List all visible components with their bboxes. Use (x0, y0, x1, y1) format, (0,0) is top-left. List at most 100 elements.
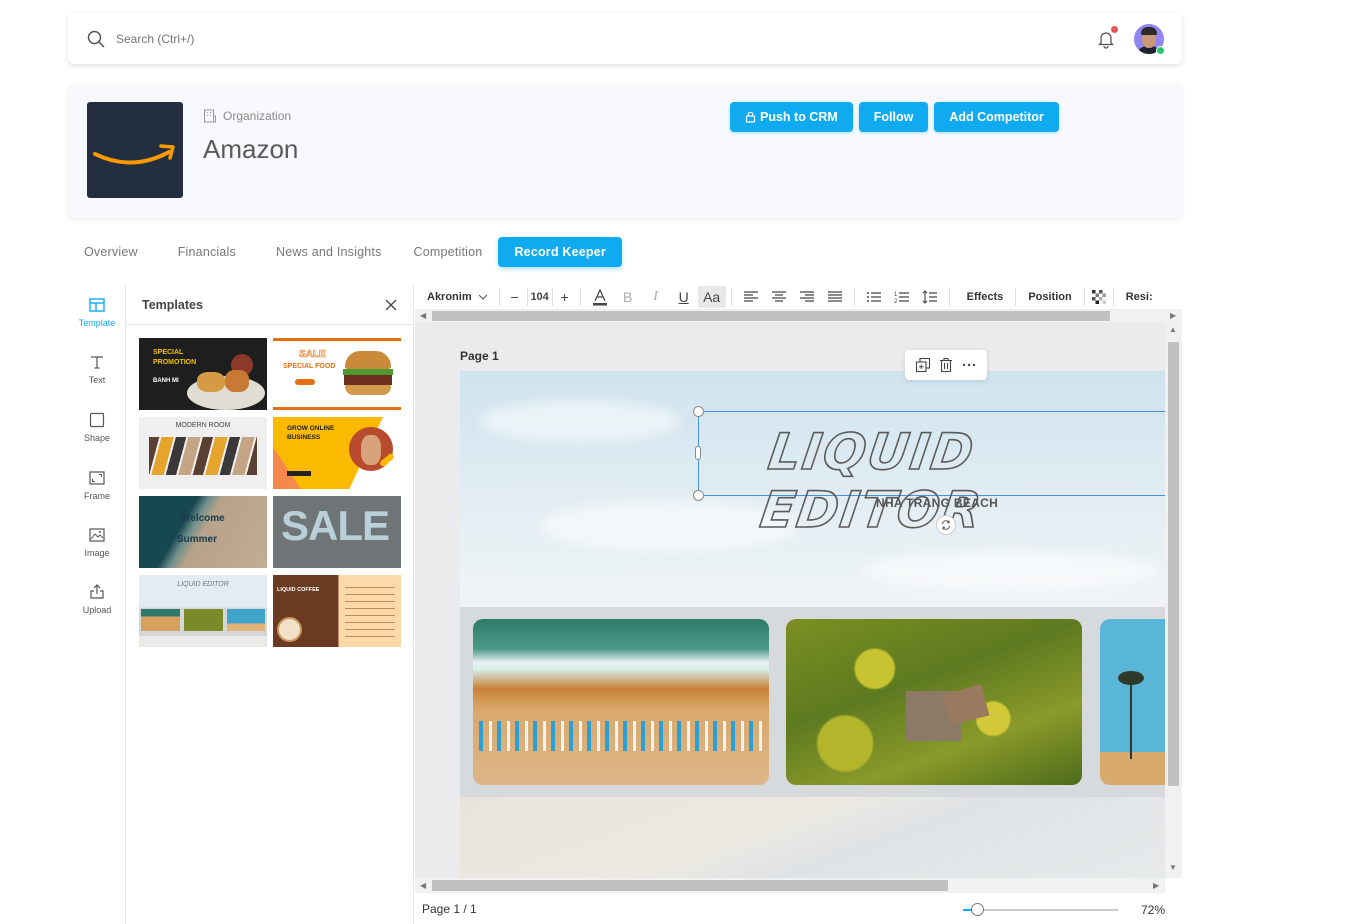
shape-icon (89, 412, 105, 428)
delete-icon[interactable] (938, 357, 954, 373)
align-left-button[interactable] (737, 286, 765, 308)
top-bar (68, 13, 1182, 64)
align-justify-button[interactable] (821, 286, 849, 308)
canvas-subtitle-text[interactable]: NHA TRANG BEACH (876, 496, 998, 510)
text-color-icon (592, 288, 607, 306)
tab-bar: Overview Financials News and Insights Co… (68, 237, 622, 267)
photo-strip (460, 607, 1180, 797)
underline-button[interactable]: U (670, 286, 698, 308)
rail-item-frame[interactable]: Frame (68, 469, 126, 501)
rail-item-upload[interactable]: Upload (68, 583, 126, 615)
position-button[interactable]: Position (1016, 291, 1083, 303)
numbered-list-button[interactable]: 12 (888, 286, 916, 308)
add-competitor-button[interactable]: Add Competitor (934, 102, 1059, 132)
photo-palm-trees-aerial[interactable] (786, 619, 1082, 785)
organization-type-label: Organization (203, 109, 291, 123)
push-to-crm-button[interactable]: Push to CRM (730, 102, 853, 132)
photo-beach-boats[interactable] (473, 619, 769, 785)
canvas-horizontal-scrollbar[interactable]: ◀ ▶ (415, 878, 1165, 893)
resize-button[interactable]: Resi: (1114, 291, 1165, 303)
scroll-up-arrow[interactable]: ▲ (1169, 325, 1177, 334)
upload-icon (90, 584, 104, 599)
align-left-icon (743, 291, 758, 302)
align-justify-icon (827, 291, 842, 302)
design-page[interactable]: LIQUID EDITOR NHA TRANG BEACH (460, 371, 1180, 878)
zoom-slider[interactable] (963, 903, 1118, 916)
scrollbar-thumb[interactable] (432, 311, 1110, 321)
font-size-increase-button[interactable]: + (555, 286, 575, 308)
font-size-input[interactable]: 104 (530, 286, 550, 308)
font-family-select[interactable]: Akronim (415, 291, 494, 303)
template-thumbnail[interactable]: GROW ONLINE BUSINESS (273, 417, 401, 489)
scroll-left-arrow[interactable]: ◀ (420, 881, 426, 890)
search-icon[interactable] (86, 29, 106, 49)
tab-financials[interactable]: Financials (154, 237, 260, 267)
text-case-button[interactable]: Aa (697, 286, 726, 308)
scroll-right-arrow[interactable]: ▶ (1170, 311, 1176, 320)
scrollbar-thumb[interactable] (432, 880, 948, 891)
scroll-down-arrow[interactable]: ▼ (1169, 863, 1177, 872)
scrollbar-thumb[interactable] (1168, 342, 1179, 786)
template-thumbnail[interactable]: SALE (273, 496, 401, 568)
font-size-decrease-button[interactable]: − (505, 286, 525, 308)
template-thumbnail[interactable]: MODERN ROOM (139, 417, 267, 489)
rail-item-text[interactable]: Text (68, 353, 126, 385)
rail-item-image[interactable]: Image (68, 526, 126, 558)
text-color-button[interactable] (586, 286, 614, 308)
editor-footer: Page 1 / 1 72% (415, 893, 1182, 924)
zoom-slider-handle[interactable] (970, 903, 984, 916)
notification-badge (1111, 25, 1118, 33)
more-options-icon[interactable] (961, 357, 977, 373)
template-thumbnail[interactable]: LIQUID EDITOR (139, 575, 267, 647)
align-center-button[interactable] (765, 286, 793, 308)
effects-button[interactable]: Effects (955, 291, 1016, 303)
tab-overview[interactable]: Overview (68, 237, 154, 267)
transparency-icon (1091, 290, 1106, 304)
template-thumbnail[interactable]: SALE SPECIAL FOOD (273, 338, 401, 410)
tab-record-keeper[interactable]: Record Keeper (498, 237, 622, 267)
canvas-vertical-scrollbar[interactable]: ▲ ▼ (1165, 322, 1182, 878)
toolbar-horizontal-scrollbar[interactable]: ◀ ▶ (415, 310, 1182, 322)
rail-item-template[interactable]: Template (68, 296, 126, 328)
bullet-list-icon (866, 292, 881, 302)
organization-name: Amazon (203, 134, 299, 164)
duplicate-icon[interactable] (915, 357, 931, 373)
lock-icon (745, 111, 756, 123)
canvas-area: Page 1 LIQUID EDITOR NHA TRANG BEACH (415, 322, 1182, 878)
close-icon[interactable] (384, 298, 398, 312)
canvas-title-text[interactable]: LIQUID EDITOR (756, 422, 1180, 540)
image-icon (89, 528, 105, 542)
bullet-list-button[interactable] (860, 286, 888, 308)
resize-handle-left[interactable] (695, 446, 701, 460)
templates-panel-title: Templates (142, 297, 203, 312)
templates-panel: Templates SPECIAL PROMOTION BANH MI SALE … (127, 285, 414, 924)
rail-item-shape[interactable]: Shape (68, 411, 126, 443)
italic-button[interactable]: I (642, 286, 670, 308)
svg-text:1: 1 (894, 292, 898, 298)
resize-handle-top-left[interactable] (693, 406, 704, 417)
search-input[interactable] (116, 31, 516, 46)
template-thumbnail[interactable]: LIQUID COFFEE (273, 575, 401, 647)
tab-news-and-insights[interactable]: News and Insights (260, 237, 398, 267)
zoom-level: 72% (1141, 903, 1166, 917)
frame-icon (89, 471, 105, 485)
line-spacing-button[interactable] (916, 286, 944, 308)
online-status-dot (1156, 45, 1165, 55)
tab-competition[interactable]: Competition (398, 237, 499, 267)
design-editor: Akronim − 104 + B I U Aa 12 Effects Posi… (415, 285, 1182, 924)
scroll-left-arrow[interactable]: ◀ (420, 311, 426, 320)
user-avatar[interactable] (1134, 23, 1165, 55)
transparency-button[interactable] (1085, 286, 1113, 308)
template-thumbnail[interactable]: Welcome Summer (139, 496, 267, 568)
bold-button[interactable]: B (614, 286, 642, 308)
resize-handle-bottom-left[interactable] (693, 490, 704, 501)
editor-left-rail: Template Text Shape Frame Image Upload (68, 285, 126, 924)
text-toolbar: Akronim − 104 + B I U Aa 12 Effects Posi… (415, 285, 1182, 310)
notifications-button[interactable] (1096, 25, 1118, 49)
rotate-handle[interactable] (936, 515, 956, 535)
align-right-button[interactable] (793, 286, 821, 308)
align-right-icon (799, 291, 814, 302)
template-thumbnail[interactable]: SPECIAL PROMOTION BANH MI (139, 338, 267, 410)
follow-button[interactable]: Follow (858, 102, 929, 132)
scroll-right-arrow[interactable]: ▶ (1153, 881, 1159, 890)
